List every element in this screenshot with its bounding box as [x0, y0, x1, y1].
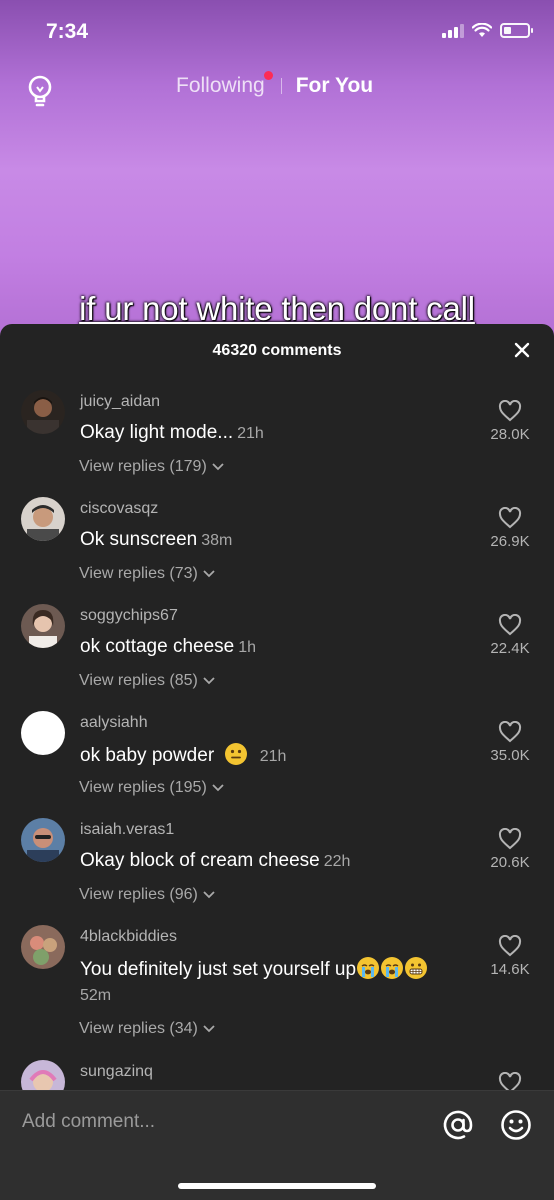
comment-body: You definitely just set yourself up	[80, 959, 357, 980]
wifi-icon	[472, 23, 492, 37]
comments-sheet: 46320 comments juicy_aidan Okay light mo…	[0, 324, 554, 1200]
view-replies-label: View replies (179)	[79, 458, 207, 475]
chevron-down-icon	[203, 677, 215, 685]
like-count: 14.6K	[490, 961, 530, 978]
view-replies-button[interactable]: View replies (195)	[79, 779, 225, 797]
chevron-down-icon	[203, 891, 215, 899]
view-replies-button[interactable]: View replies (179)	[79, 458, 225, 476]
comment-username[interactable]: ciscovasqz	[80, 500, 158, 518]
comment-input-bar: Add comment...	[0, 1090, 554, 1200]
avatar[interactable]	[21, 925, 65, 969]
heart-icon	[498, 614, 522, 636]
loudly-crying-face-emoji-icon	[381, 957, 404, 979]
tab-following-label: Following	[176, 74, 265, 97]
avatar[interactable]	[21, 390, 65, 434]
avatar[interactable]	[21, 711, 65, 755]
comment-text: ok cottage cheese 1h	[80, 636, 256, 658]
home-indicator	[178, 1183, 376, 1189]
comment-username[interactable]: sungazinq	[80, 1063, 153, 1081]
comment-username[interactable]: 4blackbiddies	[80, 928, 177, 946]
comment-time: 52m	[80, 987, 112, 1004]
comment-body: Okay light mode...	[80, 422, 234, 443]
like-count: 20.6K	[490, 854, 530, 871]
cellular-signal-icon	[442, 23, 464, 38]
battery-icon	[500, 23, 533, 38]
like-button[interactable]: 28.0K	[476, 400, 544, 443]
tab-following[interactable]: Following	[176, 71, 273, 98]
lightbulb-icon[interactable]	[24, 74, 56, 108]
comments-header: 46320 comments	[0, 324, 554, 376]
status-icons	[442, 23, 533, 38]
like-button[interactable]: 35.0K	[476, 721, 544, 764]
comment-text: Okay block of cream cheese 22h	[80, 850, 350, 872]
view-replies-label: View replies (73)	[79, 565, 198, 582]
chevron-down-icon	[203, 1025, 215, 1033]
avatar[interactable]	[21, 604, 65, 648]
heart-icon	[498, 507, 522, 529]
chevron-down-icon	[212, 784, 224, 792]
comment-text: Ok sunscreen 38m	[80, 529, 232, 551]
like-button[interactable]: 20.6K	[476, 828, 544, 871]
add-comment-input[interactable]: Add comment...	[22, 1111, 155, 1133]
view-replies-button[interactable]: View replies (85)	[79, 672, 216, 690]
heart-icon	[498, 828, 522, 850]
heart-icon	[498, 721, 522, 743]
tab-divider	[280, 78, 282, 94]
like-button[interactable]: 14.6K	[476, 935, 544, 978]
close-icon[interactable]	[512, 340, 532, 360]
heart-icon	[498, 400, 522, 422]
tab-for-you[interactable]: For You	[296, 74, 373, 98]
view-replies-label: View replies (195)	[79, 779, 207, 796]
avatar[interactable]	[21, 818, 65, 862]
comment-time: 38m	[201, 532, 233, 549]
heart-icon	[498, 935, 522, 957]
comment-count: 46320 comments	[212, 342, 342, 359]
grimacing-face-emoji-icon	[405, 957, 428, 979]
view-replies-label: View replies (85)	[79, 672, 198, 689]
status-bar: 7:34	[0, 0, 554, 66]
view-replies-button[interactable]: View replies (96)	[79, 886, 216, 904]
comment-body: Okay block of cream cheese	[80, 850, 320, 871]
like-count: 35.0K	[490, 747, 530, 764]
comment-body: ok baby powder	[80, 745, 215, 766]
comment-time: 21h	[237, 425, 264, 442]
emoji-icon[interactable]	[500, 1109, 532, 1141]
comment-text: ok baby powder 21h	[80, 743, 286, 767]
chevron-down-icon	[212, 463, 224, 471]
comment-username[interactable]: juicy_aidan	[80, 393, 160, 411]
comment-username[interactable]: aalysiahh	[80, 714, 148, 732]
comment-time: 1h	[238, 639, 257, 656]
comment-time: 22h	[323, 853, 351, 870]
view-replies-label: View replies (96)	[79, 886, 198, 903]
like-count: 22.4K	[490, 640, 530, 657]
comment-text: You definitely just set yourself up	[80, 957, 428, 981]
comment-time: 21h	[259, 748, 287, 765]
status-time: 7:34	[46, 20, 89, 43]
loudly-crying-face-emoji-icon	[357, 957, 380, 979]
avatar[interactable]	[21, 497, 65, 541]
like-button[interactable]: 26.9K	[476, 507, 544, 550]
comment-body: Ok sunscreen	[80, 529, 198, 550]
top-nav: Following For You	[0, 66, 554, 112]
comment-username[interactable]: isaiah.veras1	[80, 821, 174, 839]
like-count: 26.9K	[490, 533, 530, 550]
like-button[interactable]: 22.4K	[476, 614, 544, 657]
view-replies-button[interactable]: View replies (34)	[79, 1020, 216, 1038]
comment-username[interactable]: soggychips67	[80, 607, 178, 625]
notification-dot	[263, 71, 273, 80]
like-count: 28.0K	[490, 426, 530, 443]
comment-text: Okay light mode... 21h	[80, 422, 264, 444]
feed-tabs: Following For You	[176, 71, 373, 98]
view-replies-button[interactable]: View replies (73)	[79, 565, 216, 583]
video-caption: if ur not white then dont call	[79, 290, 475, 327]
neutral-face-emoji-icon	[225, 743, 248, 765]
chevron-down-icon	[203, 570, 215, 578]
comment-body: ok cottage cheese	[80, 636, 235, 657]
view-replies-label: View replies (34)	[79, 1020, 198, 1037]
mention-icon[interactable]	[442, 1109, 474, 1141]
